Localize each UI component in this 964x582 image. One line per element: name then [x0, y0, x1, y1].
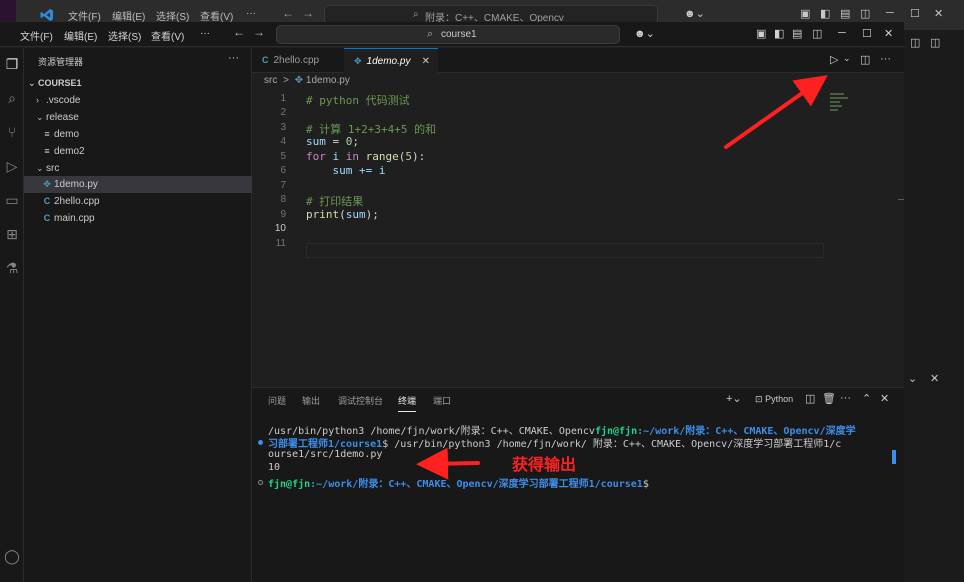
annotation-label: 获得输出 [512, 457, 577, 474]
annotation-arrow-output [416, 447, 480, 480]
annotation-arrows [416, 75, 828, 480]
annotation-arrow-run [724, 75, 828, 149]
